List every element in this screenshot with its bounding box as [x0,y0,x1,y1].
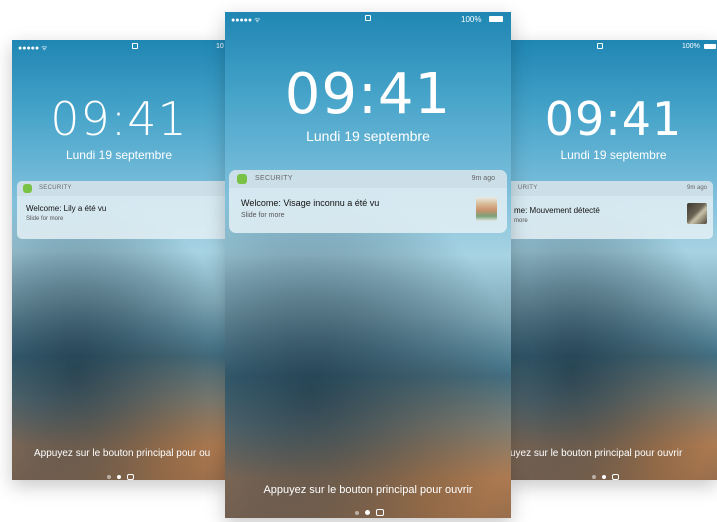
notification-title: Welcome: Lily a été vu [26,204,107,213]
motion-snapshot-thumbnail [687,203,707,224]
status-bar: ●●●●● ᯤ 10 [12,40,226,56]
notification-time: 9m ago [471,175,495,182]
notification-card[interactable]: SECURITY 9m ago Welcome: Visage inconnu … [229,170,507,233]
unlock-hint: Appuyez sur le bouton principal pour ouv… [263,484,473,496]
notification-subtitle: Slide for more [241,212,285,219]
page-dot-active [365,510,370,516]
lockscreen-left: ●●●●● ᯤ 10 09:41 Lundi 19 septembre SECU… [12,40,226,480]
notification-title: me: Mouvement détecté [514,206,600,215]
clock-time: 09:41 [544,92,683,146]
page-dot-active [117,474,121,479]
page-dot [355,510,359,515]
lockscreen-right: 100% 09:41 Lundi 19 septembre URITY 9m a… [510,40,717,480]
notification-app-name: URITY [518,185,538,191]
unlock-hint: Appuyez sur le bouton principal pour ou [34,448,211,459]
signal-indicator: ●●●●● ᯤ [231,17,261,24]
notification-header: SECURITY 9m ago [229,170,507,188]
notification-header: URITY 9m ago [510,181,713,196]
notification-time: 9m ago [686,185,707,191]
camera-icon[interactable] [376,509,384,517]
notification-card[interactable]: SECURITY Welcome: Lily a été vu Slide fo… [17,181,226,239]
lock-icon [597,43,603,49]
lockscreen-center: ●●●●● ᯤ 100% 09:41 Lundi 19 septembre SE… [225,12,511,518]
page-indicator [510,468,717,480]
notification-header: SECURITY [17,181,226,196]
battery-icon [489,16,503,22]
visitor-face-thumbnail [476,197,497,221]
clock-time: 09:41 [284,62,452,127]
notification-subtitle: more [514,218,528,224]
clock-date: Lundi 19 septembre [65,148,173,162]
page-indicator [12,468,226,480]
notification-app-name: SECURITY [39,185,72,191]
page-indicator [225,504,511,518]
notification-subtitle: Slide for more [26,216,64,222]
notification-title: Welcome: Visage inconnu a été vu [241,198,380,208]
notification-card[interactable]: URITY 9m ago me: Mouvement détecté more [510,181,713,239]
battery-percentage: 10 [216,43,224,50]
clock-date: Lundi 19 septembre [560,148,667,162]
signal-indicator: ●●●●● ᯤ [18,45,48,52]
lock-icon [132,43,138,49]
status-bar: 100% [510,40,717,56]
camera-icon[interactable] [127,473,134,480]
clock-time: 09:41 [50,92,188,146]
notification-app-name: SECURITY [255,175,293,182]
page-dot [107,474,111,479]
battery-percentage: 100% [461,15,482,24]
page-dot-active [601,474,606,479]
unlock-hint: uyez sur le bouton principal pour ouvrir [510,448,683,459]
status-bar: ●●●●● ᯤ 100% [225,12,511,30]
security-app-icon [23,184,32,193]
battery-icon [704,44,716,49]
clock-date: Lundi 19 septembre [306,128,430,144]
battery-percentage: 100% [682,43,700,50]
page-dot [591,474,596,479]
lock-icon [365,15,371,21]
camera-icon[interactable] [611,473,619,480]
security-app-icon [237,174,247,184]
